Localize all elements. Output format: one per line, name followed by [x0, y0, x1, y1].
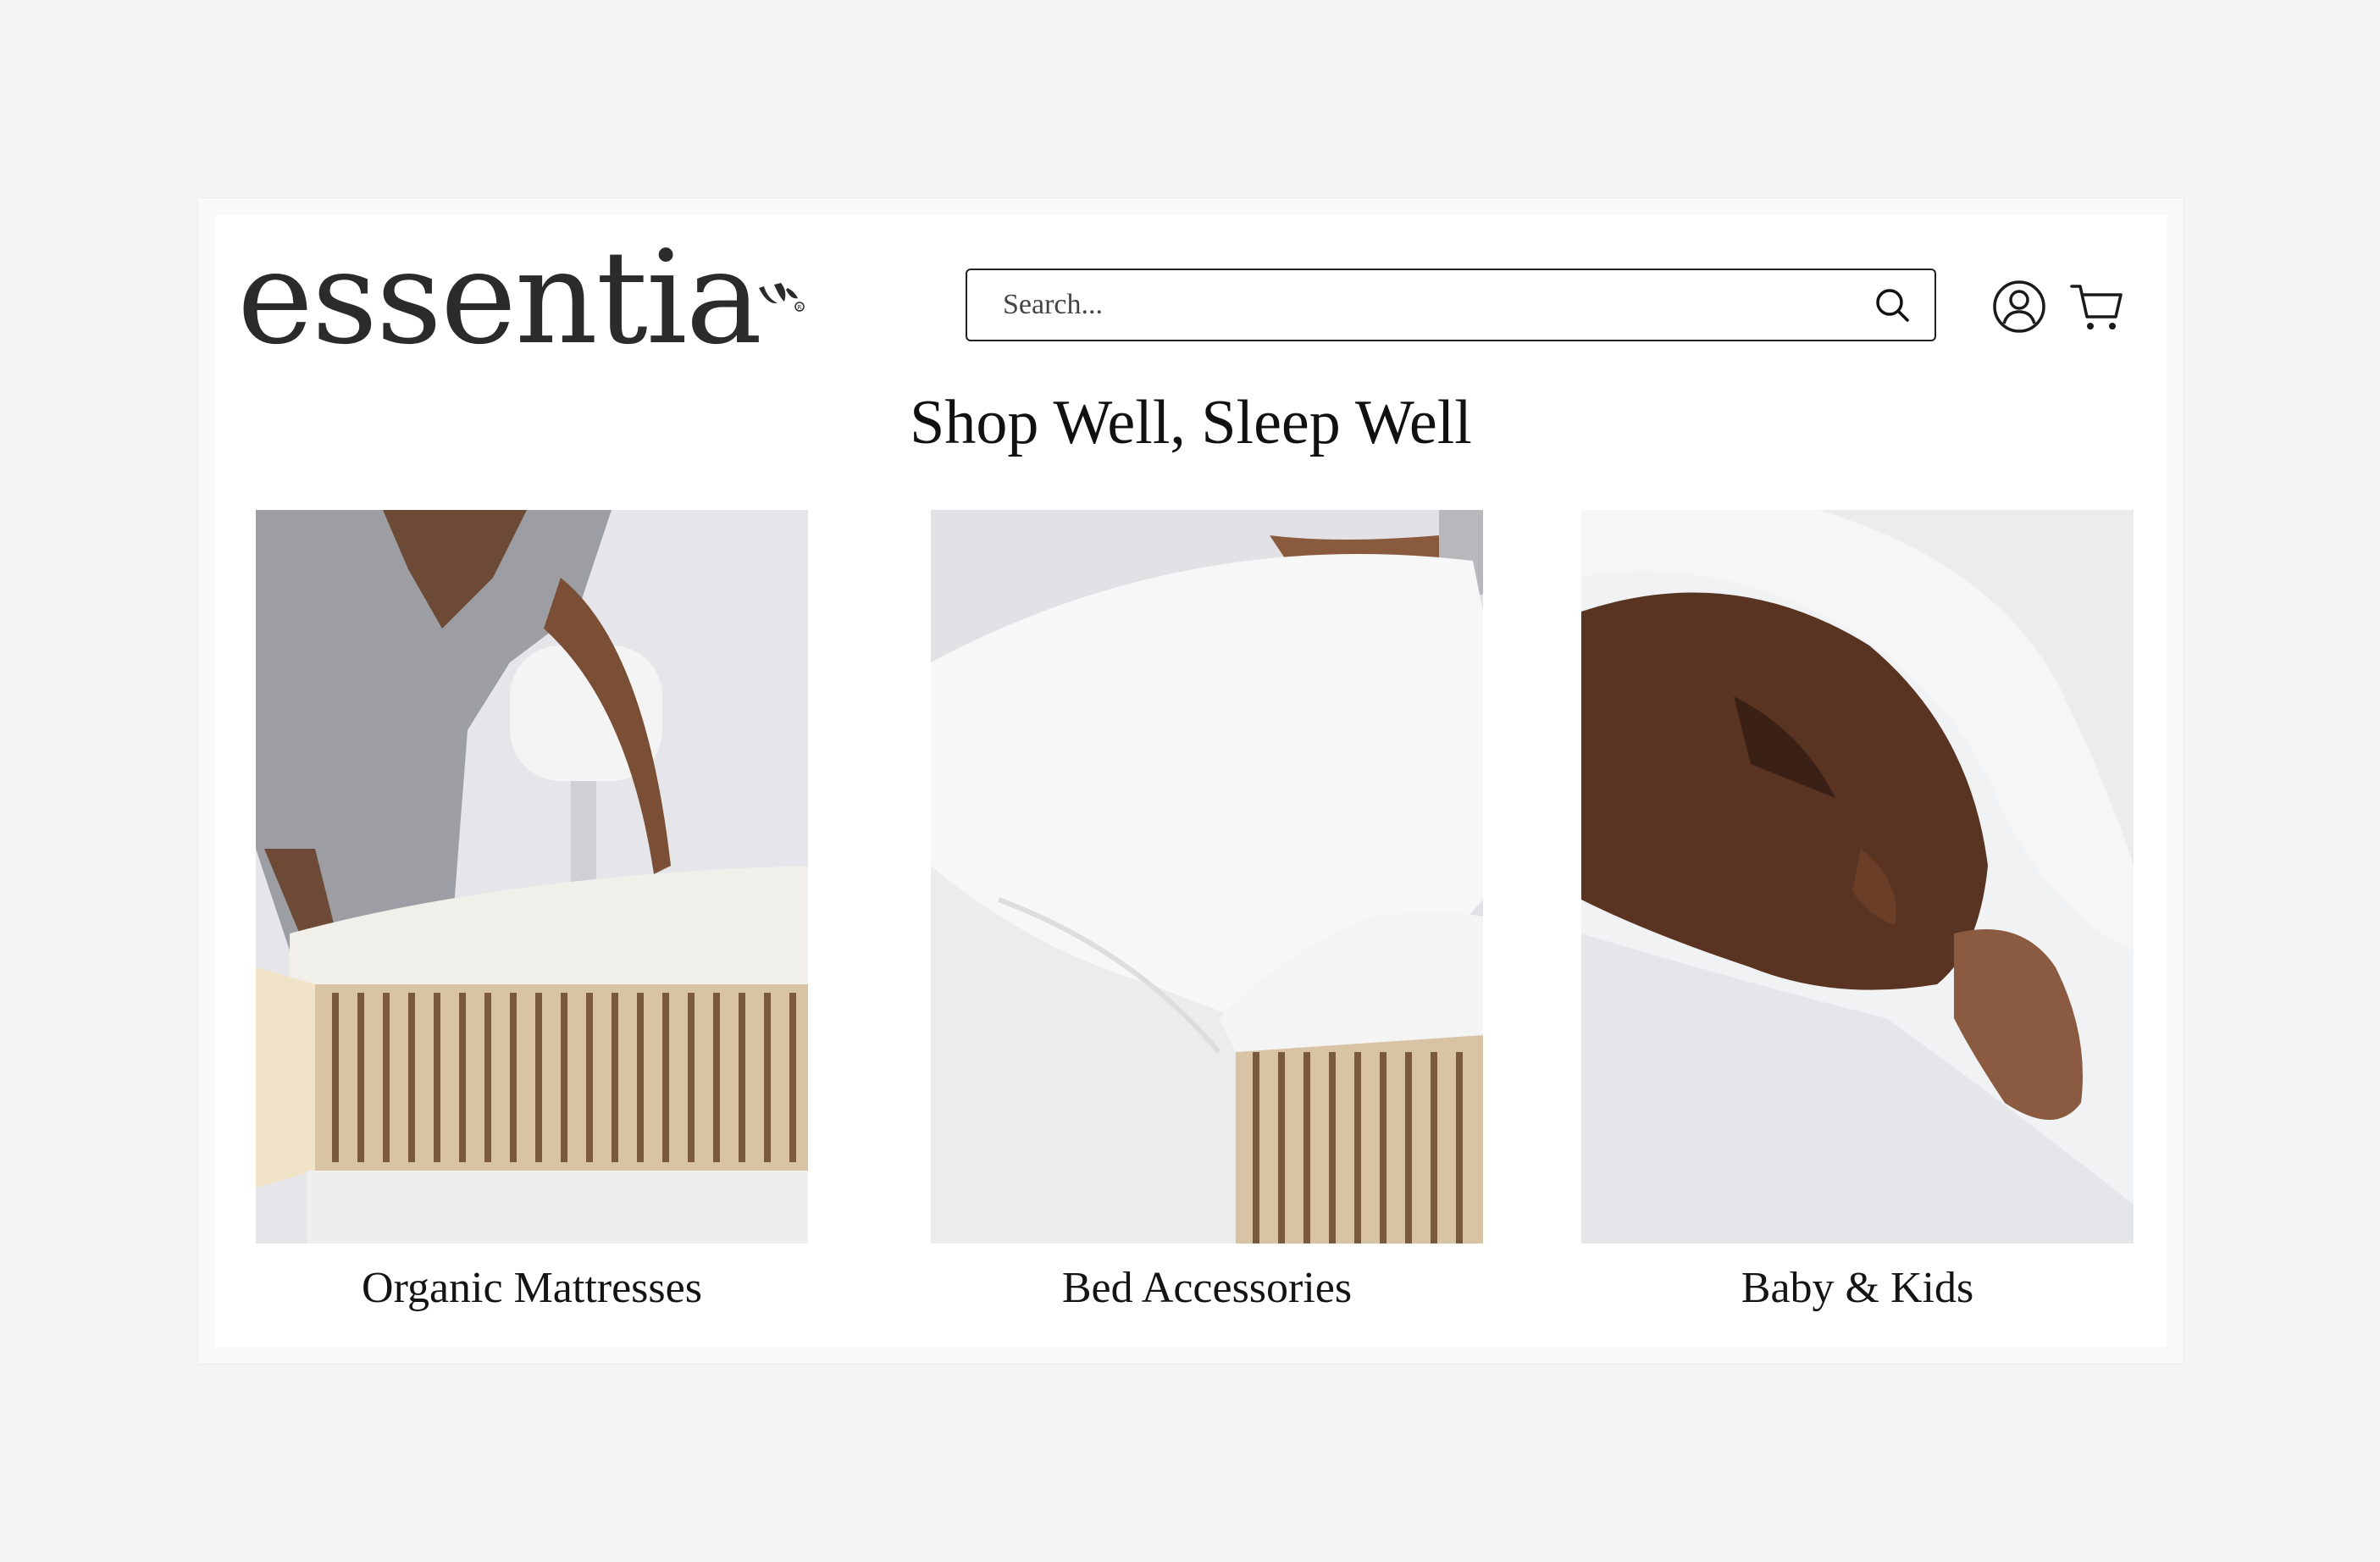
category-card-bed-accessories[interactable]: Bed Accessories [931, 510, 1483, 1315]
category-label[interactable]: Organic Mattresses [256, 1262, 808, 1315]
svg-text:R: R [798, 304, 802, 311]
sheet-photo [931, 510, 1483, 1244]
category-image-mattress[interactable] [256, 510, 808, 1244]
cart-icon[interactable] [2070, 280, 2124, 334]
mattress-photo [256, 510, 808, 1244]
user-icon[interactable] [1992, 280, 2046, 334]
category-card-baby-kids[interactable]: Baby & Kids [1581, 510, 2134, 1315]
category-image-baby-kids[interactable] [1581, 510, 2134, 1244]
category-label[interactable]: Baby & Kids [1581, 1262, 2134, 1315]
page-panel: essentia R Search... Shop Well, Sleep We… [215, 215, 2167, 1347]
search-icon[interactable] [1874, 286, 1911, 324]
brand-logo[interactable]: essentia R [237, 234, 805, 363]
category-card-organic-mattresses[interactable]: Organic Mattresses [256, 510, 808, 1315]
search-bar[interactable] [966, 269, 1936, 341]
screenshot-frame: essentia R Search... Shop Well, Sleep We… [198, 198, 2184, 1364]
category-label[interactable]: Bed Accessories [931, 1262, 1483, 1315]
page-title: Shop Well, Sleep Well [910, 388, 1472, 457]
baby-photo [1581, 510, 2134, 1244]
logo-wordmark: essentia [237, 223, 762, 373]
category-image-bed-accessories[interactable] [931, 510, 1483, 1244]
search-input[interactable] [1001, 288, 1874, 322]
lotus-icon: R [759, 283, 805, 312]
